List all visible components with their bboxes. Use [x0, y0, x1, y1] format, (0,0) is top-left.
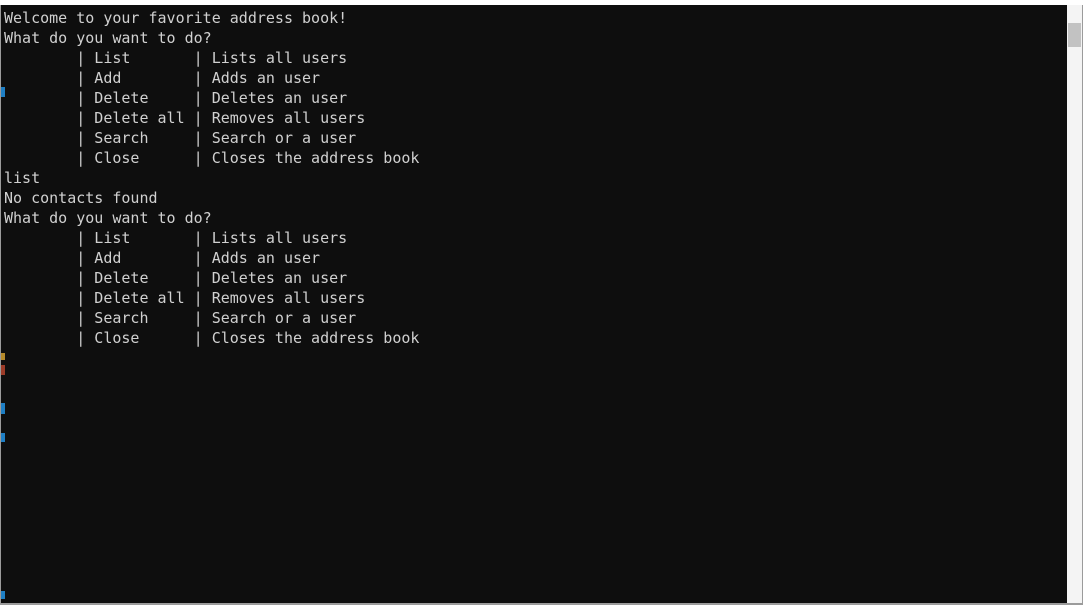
gutter-mark-orange-1[interactable]	[1, 353, 5, 360]
console-window: Welcome to your favorite address book! Wh…	[0, 0, 1088, 610]
gutter-mark-red-1[interactable]	[1, 365, 5, 375]
prompt-line-2: What do you want to do?	[4, 209, 212, 227]
terminal-panel[interactable]: Welcome to your favorite address book! Wh…	[0, 5, 1083, 605]
gutter-mark-blue-2[interactable]	[1, 403, 5, 414]
menu-row-deleteall-2: | Delete all | Removes all users	[4, 289, 366, 307]
user-input-list: list	[4, 169, 41, 187]
menu-row-deleteall-1: | Delete all | Removes all users	[4, 109, 366, 127]
gutter-marker-strip[interactable]	[1, 5, 5, 603]
result-no-contacts: No contacts found	[4, 189, 158, 207]
window-right-edge	[1083, 0, 1088, 610]
console-output-text[interactable]: Welcome to your favorite address book! Wh…	[4, 8, 1060, 603]
menu-row-close-2: | Close | Closes the address book	[4, 329, 420, 347]
menu-row-close-1: | Close | Closes the address book	[4, 149, 420, 167]
gutter-mark-blue-4[interactable]	[1, 591, 5, 599]
prompt-line-1: What do you want to do?	[4, 29, 212, 47]
menu-row-list-2: | List | Lists all users	[4, 229, 348, 247]
menu-row-add-1: | Add | Adds an user	[4, 69, 321, 87]
menu-row-list-1: | List | Lists all users	[4, 49, 348, 67]
gutter-mark-blue-3[interactable]	[1, 433, 5, 442]
menu-row-delete-2: | Delete | Deletes an user	[4, 269, 348, 287]
gutter-mark-blue-1[interactable]	[1, 87, 5, 97]
menu-row-add-2: | Add | Adds an user	[4, 249, 321, 267]
vertical-scrollbar-thumb[interactable]	[1068, 23, 1081, 47]
welcome-line: Welcome to your favorite address book!	[4, 9, 348, 27]
menu-row-search-1: | Search | Search or a user	[4, 129, 357, 147]
menu-row-delete-1: | Delete | Deletes an user	[4, 89, 348, 107]
menu-row-search-2: | Search | Search or a user	[4, 309, 357, 327]
vertical-scrollbar-track[interactable]	[1067, 5, 1082, 603]
